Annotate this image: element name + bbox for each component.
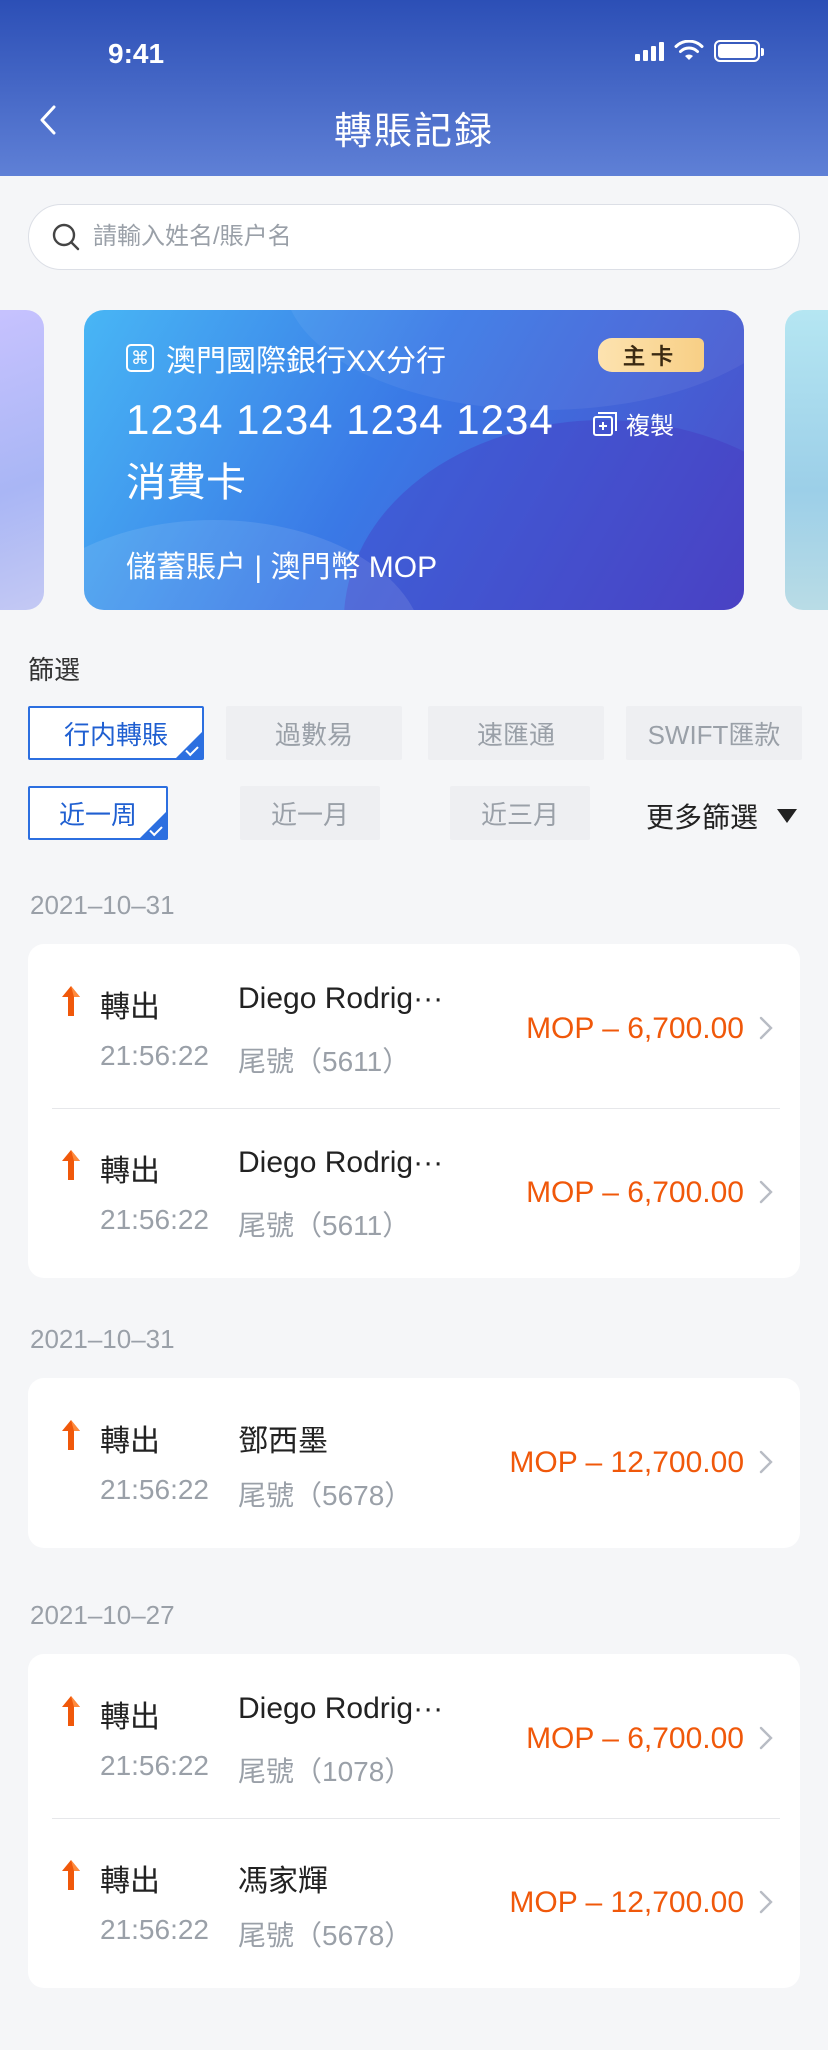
transaction-time: 21:56:22	[100, 1474, 209, 1505]
card-number: 1234 1234 1234 1234	[126, 396, 554, 443]
account-info: 儲蓄賬户 | 澳門幣 MOP	[126, 551, 438, 584]
transfer-out-icon	[62, 986, 80, 1016]
transfer-out-icon	[62, 1150, 80, 1180]
status-time: 9:41	[108, 38, 165, 69]
chip-label: 近三月	[480, 799, 559, 830]
account-tail: 尾號（1078）	[238, 1756, 413, 1787]
transfer-out-icon	[62, 1696, 80, 1726]
primary-card-badge: 主卡	[598, 338, 704, 372]
payee-name: Diego Rodrig···	[238, 1692, 444, 1725]
payee-name: 鄧西墨	[238, 1425, 328, 1458]
transaction-row[interactable]: 轉出 鄧西墨 21:56:22 尾號（5678） MOP – 12,700.00	[28, 1378, 800, 1542]
group-date: 2021–10–31	[30, 890, 175, 920]
bank-logo-icon: ⌘	[126, 344, 154, 372]
chevron-right-icon	[759, 1890, 773, 1914]
transaction-group: 轉出 鄧西墨 21:56:22 尾號（5678） MOP – 12,700.00	[28, 1378, 800, 1548]
account-tail: 尾號（5611）	[238, 1210, 411, 1241]
chevron-right-icon	[759, 1180, 773, 1204]
filter-type-quick-remit[interactable]: 速匯通	[428, 706, 604, 760]
transaction-row[interactable]: 轉出 馮家輝 21:56:22 尾號（5678） MOP – 12,700.00	[28, 1818, 800, 1982]
card-peek-right[interactable]	[785, 310, 828, 610]
chevron-right-icon	[759, 1016, 773, 1040]
transaction-group: 轉出 Diego Rodrig··· 21:56:22 尾號（5611） MOP…	[28, 944, 800, 1278]
chip-label: SWIFT匯款	[647, 719, 781, 750]
transaction-amount: MOP – 12,700.00	[509, 1446, 744, 1479]
filter-period-month[interactable]: 近一月	[240, 786, 380, 840]
filter-period-week[interactable]: 近一周	[28, 786, 168, 840]
caret-down-icon	[777, 809, 798, 823]
transaction-amount: MOP – 6,700.00	[526, 1176, 744, 1209]
transaction-row[interactable]: 轉出 Diego Rodrig··· 21:56:22 尾號（1078） MOP…	[28, 1654, 800, 1818]
card-type: 消費卡	[126, 461, 246, 505]
transaction-amount: MOP – 6,700.00	[526, 1012, 744, 1045]
card-peek-left[interactable]	[0, 310, 44, 610]
group-date: 2021–10–31	[30, 1324, 175, 1354]
transaction-row[interactable]: 轉出 Diego Rodrig··· 21:56:22 尾號（5611） MOP…	[28, 1108, 800, 1272]
transaction-time: 21:56:22	[100, 1204, 209, 1235]
wifi-icon	[674, 40, 704, 60]
chip-label: 近一周	[58, 799, 137, 830]
transaction-amount: MOP – 12,700.00	[509, 1886, 744, 1919]
status-icons	[635, 38, 764, 64]
filter-type-internal[interactable]: 行内轉賬	[28, 706, 204, 760]
payee-name: Diego Rodrig···	[238, 982, 444, 1015]
more-filter-label: 更多篩選	[646, 802, 759, 833]
more-filter-button[interactable]: 更多篩選	[646, 796, 798, 836]
header-bar: 9:41 轉賬記録	[0, 0, 828, 176]
transaction-type: 轉出	[100, 1425, 160, 1458]
chip-label: 速匯通	[476, 719, 555, 750]
search-input[interactable]	[93, 223, 799, 251]
transaction-type: 轉出	[100, 1865, 160, 1898]
copy-label: 複製	[626, 413, 674, 440]
payee-name: Diego Rodrig···	[238, 1146, 444, 1179]
transfer-out-icon	[62, 1420, 80, 1450]
chevron-right-icon	[759, 1726, 773, 1750]
filter-type-fps[interactable]: 過數易	[226, 706, 402, 760]
payee-name: 馮家輝	[238, 1865, 328, 1898]
filter-title: 篩選	[28, 655, 81, 685]
search-icon	[52, 223, 80, 251]
transaction-type: 轉出	[100, 1155, 160, 1188]
filter-type-swift[interactable]: SWIFT匯款	[626, 706, 802, 760]
transaction-type: 轉出	[100, 1701, 160, 1734]
search-bar[interactable]	[28, 204, 800, 270]
transaction-amount: MOP – 6,700.00	[526, 1722, 744, 1755]
group-date: 2021–10–27	[30, 1600, 175, 1630]
bank-name: 澳門國際銀行XX分行	[166, 345, 447, 378]
copy-icon	[593, 411, 617, 436]
account-tail: 尾號（5611）	[238, 1046, 411, 1077]
bank-row: ⌘ 澳門國際銀行XX分行	[126, 336, 446, 380]
account-tail: 尾號（5678）	[238, 1480, 413, 1511]
transaction-time: 21:56:22	[100, 1914, 209, 1945]
copy-button[interactable]: 複製	[592, 406, 674, 441]
transfer-out-icon	[62, 1860, 80, 1890]
chevron-right-icon	[759, 1450, 773, 1474]
page-title: 轉賬記録	[333, 111, 494, 153]
filter-period-three-months[interactable]: 近三月	[450, 786, 590, 840]
transaction-time: 21:56:22	[100, 1040, 209, 1071]
bank-card[interactable]: ⌘ 澳門國際銀行XX分行 主卡 1234 1234 1234 1234 複製 消…	[84, 310, 744, 610]
signal-icon	[635, 41, 664, 61]
transaction-time: 21:56:22	[100, 1750, 209, 1781]
transaction-group: 轉出 Diego Rodrig··· 21:56:22 尾號（1078） MOP…	[28, 1654, 800, 1988]
chip-label: 近一月	[270, 799, 349, 830]
chip-label: 過數易	[274, 719, 353, 750]
account-tail: 尾號（5678）	[238, 1920, 413, 1951]
battery-icon	[714, 40, 764, 62]
transaction-type: 轉出	[100, 991, 160, 1024]
transaction-row[interactable]: 轉出 Diego Rodrig··· 21:56:22 尾號（5611） MOP…	[28, 944, 800, 1108]
chip-label: 行内轉賬	[63, 719, 168, 750]
